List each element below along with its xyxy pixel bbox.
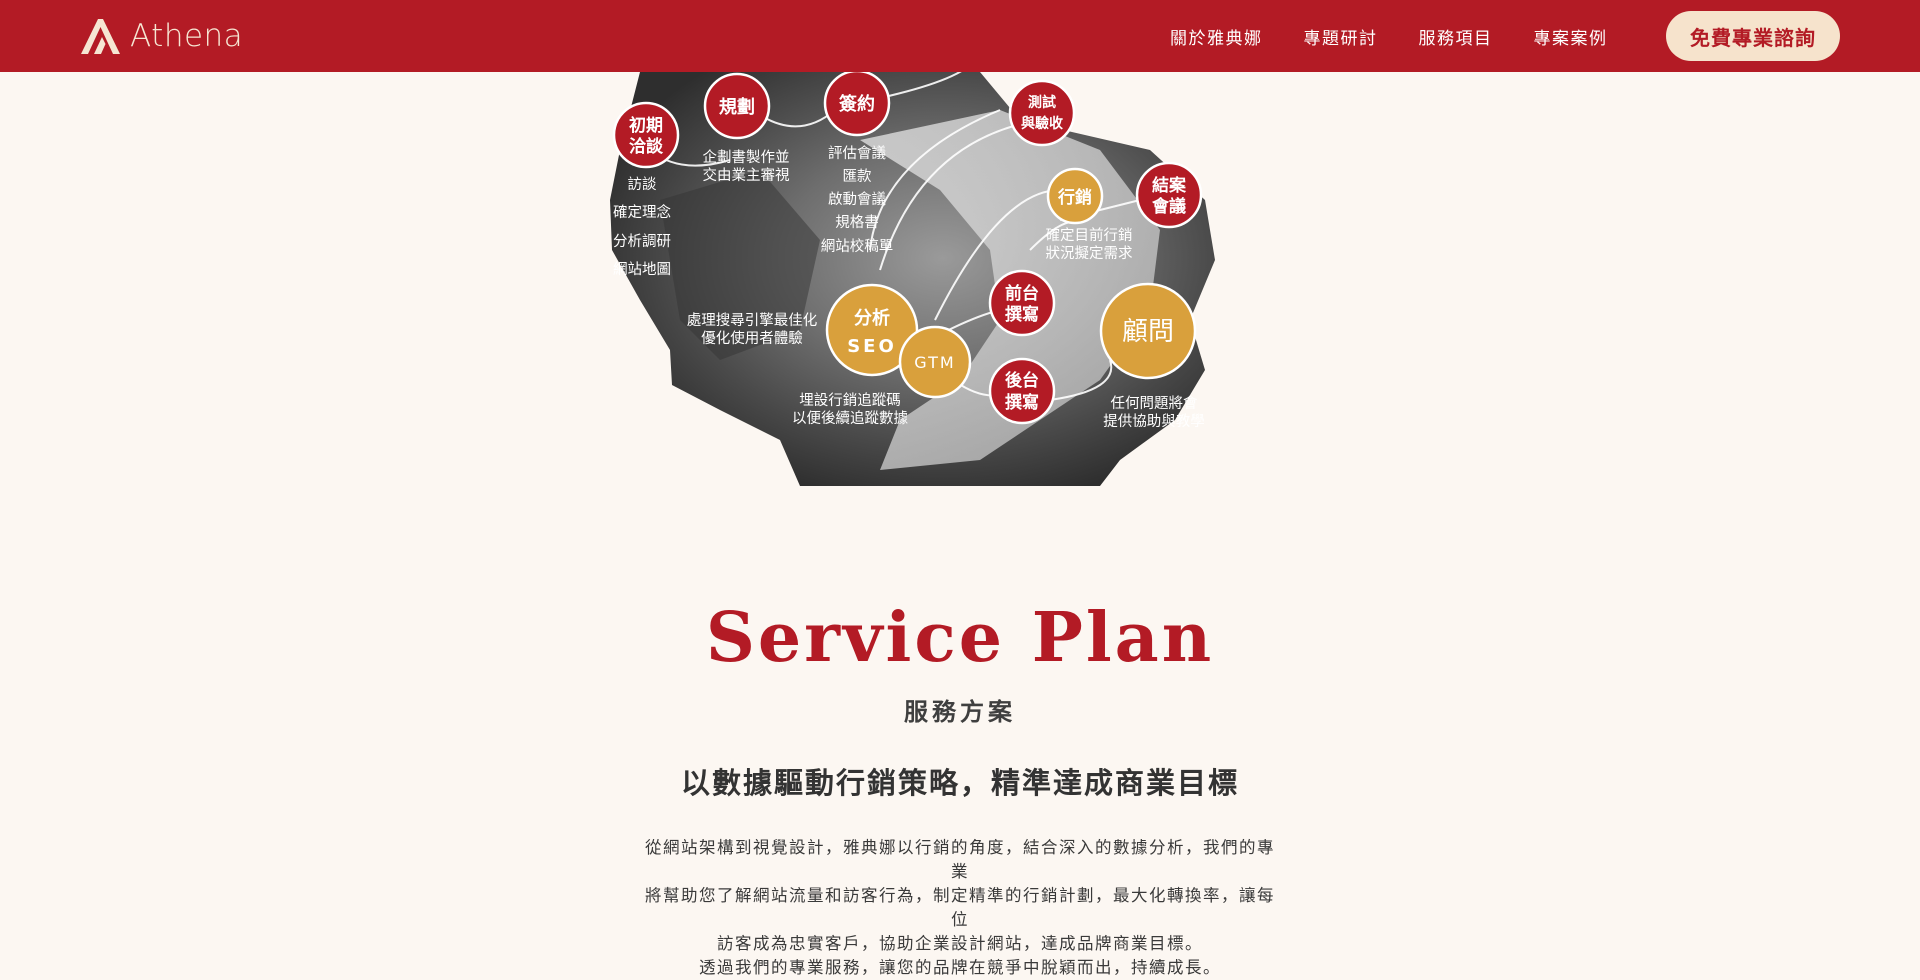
node-backend-label-1: 後台 (1005, 370, 1039, 391)
node-closing-label-1: 結案 (1152, 175, 1187, 196)
node-gtm-label: GTM (914, 353, 955, 372)
note-plan-2: 交由業主審視 (703, 166, 790, 184)
note-seo-1: 處理搜尋引擎最佳化 (687, 312, 818, 329)
note-gtm-2: 以便後續追蹤數據 (792, 410, 908, 427)
brand-logo-link[interactable]: Athena (78, 16, 243, 56)
node-testing-label-2: 與驗收 (1021, 115, 1064, 132)
nav-case-studies[interactable]: 專案案例 (1534, 24, 1608, 49)
node-seo-label-2: SEO (847, 336, 897, 357)
node-testing-label-1: 測試 (1028, 94, 1056, 111)
site-header: Athena 關於雅典娜 專題研討 服務項目 專案案例 免費專業諮詢 (0, 0, 1920, 72)
node-plan-label: 規劃 (719, 96, 755, 118)
note-initial-1: 訪談 (628, 176, 657, 193)
note-contract-3: 啟動會議 (828, 190, 886, 208)
nav-about[interactable]: 關於雅典娜 (1170, 24, 1263, 49)
brand-name: Athena (130, 18, 244, 54)
process-diagram-svg: 初期 洽談 規劃 簽約 測試 與驗收 行銷 結案 會議 前台 撰寫 分析 SEO… (610, 59, 1215, 486)
node-backend (988, 357, 1056, 425)
note-contract-1: 評估會議 (828, 144, 886, 162)
node-backend-label-2: 撰寫 (1005, 392, 1039, 413)
service-plan-headline: 以數據驅動行銷策略，精準達成商業目標 (680, 766, 1239, 800)
node-testing (1008, 79, 1076, 147)
note-consult-2: 提供協助與教學 (1103, 412, 1205, 430)
note-marketing-2: 狀況擬定需求 (1046, 245, 1133, 262)
node-initial-label-1: 初期 (629, 115, 663, 136)
note-plan-1: 企劃書製作並 (703, 148, 790, 166)
note-initial-2: 確定理念 (613, 203, 671, 221)
node-marketing-label: 行銷 (1057, 187, 1092, 208)
main-nav: 關於雅典娜 專題研討 服務項目 專案案例 (1170, 0, 1649, 72)
note-gtm-1: 埋設行銷追蹤碼 (799, 392, 901, 409)
athena-a-logo-icon (81, 19, 120, 54)
note-contract-4: 規格書 (835, 214, 879, 231)
node-seo-label-1: 分析 (854, 307, 890, 329)
node-consult-label: 顧問 (1122, 317, 1174, 347)
node-closing-label-2: 會議 (1151, 196, 1186, 217)
service-plan-title: Service Plan (705, 598, 1215, 678)
service-plan-body: 從網站架構到視覺設計，雅典娜以行銷的角度，結合深入的數據分析，我們的專業 將幫助… (640, 836, 1280, 980)
service-plan-subtitle: 服務方案 (904, 698, 1016, 726)
note-seo-2: 優化使用者體驗 (701, 330, 803, 347)
note-contract-5: 網站校稿單 (821, 238, 894, 255)
note-consult-1: 任何問題將會 (1111, 395, 1198, 412)
nav-services[interactable]: 服務項目 (1419, 24, 1493, 49)
body-line-1: 從網站架構到視覺設計，雅典娜以行銷的角度，結合深入的數據分析，我們的專業 (645, 838, 1275, 881)
process-diagram: 初期 洽談 規劃 簽約 測試 與驗收 行銷 結案 會議 前台 撰寫 分析 SEO… (0, 0, 1920, 500)
note-marketing-1: 確定目前行銷 (1046, 227, 1133, 244)
body-line-3: 訪客成為忠實客戶，協助企業設計網站，達成品牌商業目標。 (717, 934, 1203, 953)
note-contract-2: 匯款 (843, 168, 872, 185)
note-initial-4: 網站地圖 (613, 261, 671, 278)
free-consultation-button[interactable]: 免費專業諮詢 (1666, 11, 1840, 61)
nav-seminars[interactable]: 專題研討 (1304, 24, 1378, 49)
body-line-4: 透過我們的專業服務，讓您的品牌在競爭中脫穎而出，持續成長。 (699, 958, 1221, 977)
node-frontend-label-2: 撰寫 (1005, 304, 1039, 325)
node-initial-label-2: 洽談 (629, 136, 664, 157)
note-initial-3: 分析調研 (613, 233, 671, 250)
body-line-2: 將幫助您了解網站流量和訪客行為，制定精準的行銷計劃，最大化轉換率，讓每位 (645, 886, 1275, 929)
node-frontend-label-1: 前台 (1005, 283, 1039, 304)
node-contract-label: 簽約 (839, 93, 875, 115)
